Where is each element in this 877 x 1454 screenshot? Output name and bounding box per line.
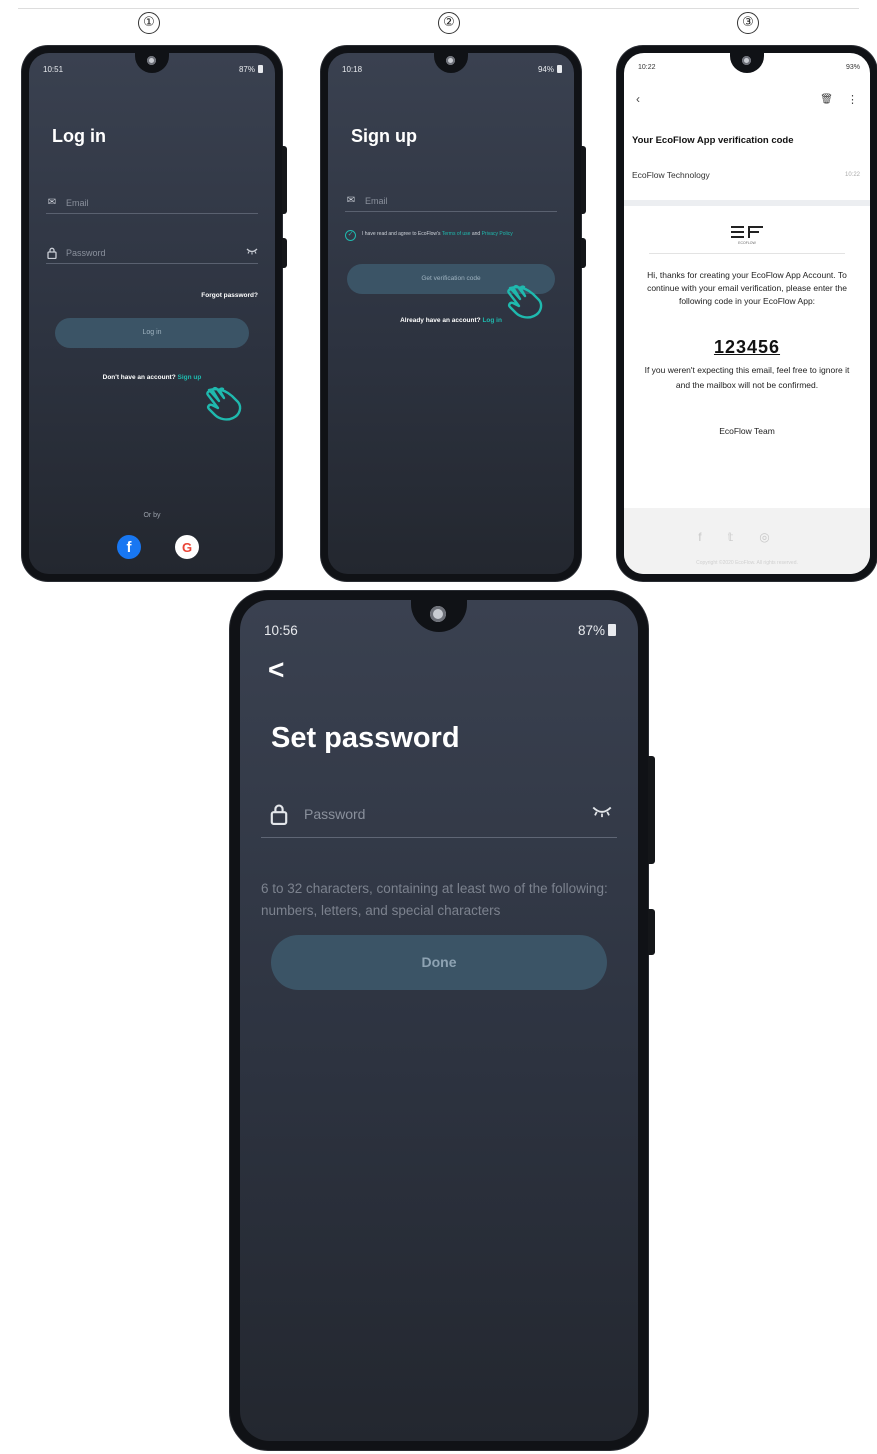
email-body: Hi, thanks for creating your EcoFlow App… xyxy=(647,270,847,307)
google-icon: G xyxy=(181,539,193,555)
copyright: Copyright ©2020 EcoFlow. All rights rese… xyxy=(696,560,798,566)
instagram-icon[interactable]: ◎ xyxy=(759,530,795,544)
signup-screen: 10:18 94% Sign up ✉ Email ✓ I have read … xyxy=(328,53,574,574)
email-footer: f𝕥◎ Copyright ©2020 EcoFlow. All rights … xyxy=(624,508,870,574)
status-battery-text: 94% xyxy=(537,64,554,74)
side-button xyxy=(648,756,655,864)
phone-set-password: 10:56 87% < Set password Password 6 to 3… xyxy=(230,591,655,1450)
lock-icon xyxy=(268,803,290,825)
back-button[interactable]: < xyxy=(268,654,284,686)
have-account-text: Already have an account? xyxy=(400,317,481,324)
status-time: 10:56 xyxy=(264,622,298,638)
login-prompt: Already have an account? Log in xyxy=(328,317,574,324)
step-label-1: ① xyxy=(138,12,160,34)
phone-login: 10:51 87% Log in ✉ Email Password Forgot… xyxy=(22,46,287,581)
privacy-link[interactable]: Privacy Policy xyxy=(482,231,513,237)
battery-icon xyxy=(258,65,263,73)
no-account-text: Don't have an account? xyxy=(102,374,176,381)
and-text: and xyxy=(471,231,481,237)
page-title: Log in xyxy=(52,126,106,146)
email-signature: EcoFlow Team xyxy=(719,426,775,436)
set-password-screen: 10:56 87% < Set password Password 6 to 3… xyxy=(240,600,638,1441)
email-placeholder: Email xyxy=(365,195,388,206)
page-title: Set password xyxy=(271,722,460,754)
side-button xyxy=(648,909,655,955)
divider xyxy=(624,200,870,206)
mail-icon: ✉ xyxy=(346,195,356,206)
forgot-password-link[interactable]: Forgot password? xyxy=(201,292,258,299)
eye-closed-icon[interactable] xyxy=(246,247,258,258)
email-sender: EcoFlow Technology xyxy=(632,170,710,180)
password-placeholder: Password xyxy=(304,805,366,822)
facebook-icon[interactable]: f xyxy=(698,530,727,544)
top-divider xyxy=(18,8,859,9)
twitter-icon[interactable]: 𝕥 xyxy=(728,530,760,544)
status-battery-text: 93% xyxy=(845,64,860,71)
status-battery-text: 87% xyxy=(238,64,255,74)
agree-checkbox[interactable]: ✓ xyxy=(345,230,356,241)
side-button xyxy=(581,146,586,214)
ecoflow-logo: ECOFLOW xyxy=(731,226,763,245)
side-button xyxy=(581,238,586,268)
done-button[interactable]: Done xyxy=(271,935,607,990)
side-button xyxy=(282,238,287,268)
google-login-button[interactable]: G xyxy=(175,535,199,559)
password-placeholder: Password xyxy=(66,247,106,258)
battery-icon xyxy=(608,624,616,636)
step-label-3: ③ xyxy=(737,12,759,34)
login-screen: 10:51 87% Log in ✉ Email Password Forgot… xyxy=(29,53,275,574)
login-link[interactable]: Log in xyxy=(482,317,502,324)
facebook-login-button[interactable]: f xyxy=(117,535,141,559)
terms-link[interactable]: Terms of use xyxy=(442,231,471,237)
email-field[interactable]: ✉ Email xyxy=(345,190,557,212)
email-time: 10:22 xyxy=(844,172,860,178)
or-by-label: Or by xyxy=(143,512,161,519)
status-time: 10:51 xyxy=(43,64,64,74)
eye-closed-icon[interactable] xyxy=(591,804,613,823)
email-field[interactable]: ✉ Email xyxy=(46,192,258,214)
back-icon[interactable]: ‹ xyxy=(636,92,640,106)
status-time: 10:22 xyxy=(638,64,656,71)
terms-agree-row: ✓ I have read and agree to EcoFlow's Ter… xyxy=(345,230,566,241)
status-time: 10:18 xyxy=(342,64,363,74)
social-icons: f𝕥◎ xyxy=(624,530,870,544)
tap-hand-icon xyxy=(206,386,242,421)
email-subject: Your EcoFlow App verification code xyxy=(632,135,794,146)
step-label-2: ② xyxy=(438,12,460,34)
side-button xyxy=(282,146,287,214)
page-title: Sign up xyxy=(351,126,417,146)
trash-icon[interactable]: 🗑 xyxy=(820,94,833,105)
logo-wordmark: ECOFLOW xyxy=(738,241,756,245)
facebook-icon: f xyxy=(126,538,132,556)
verification-code: 123456 xyxy=(713,337,781,357)
password-hint: 6 to 32 characters, containing at least … xyxy=(261,881,608,918)
email-toolbar: ‹ 🗑 ⋮ xyxy=(636,91,858,107)
mail-icon: ✉ xyxy=(47,197,57,208)
status-battery-text: 87% xyxy=(577,622,605,638)
password-field[interactable]: Password xyxy=(261,790,617,838)
lock-icon xyxy=(46,247,58,259)
phone-signup: 10:18 94% Sign up ✉ Email ✓ I have read … xyxy=(321,46,586,581)
battery-icon xyxy=(557,65,562,73)
signup-link[interactable]: Sign up xyxy=(178,374,202,381)
login-button[interactable]: Log in xyxy=(55,318,249,348)
password-field[interactable]: Password xyxy=(46,242,258,264)
email-placeholder: Email xyxy=(66,197,89,208)
phone-email: 10:22 93% ‹ 🗑 ⋮ Your EcoFlow App verific… xyxy=(617,46,877,581)
email-screen: 10:22 93% ‹ 🗑 ⋮ Your EcoFlow App verific… xyxy=(624,53,870,574)
more-vertical-icon[interactable]: ⋮ xyxy=(847,93,858,106)
divider xyxy=(649,253,845,254)
email-body-2: If you weren't expecting this email, fee… xyxy=(644,365,850,390)
agree-text: I have read and agree to EcoFlow's xyxy=(362,231,441,237)
